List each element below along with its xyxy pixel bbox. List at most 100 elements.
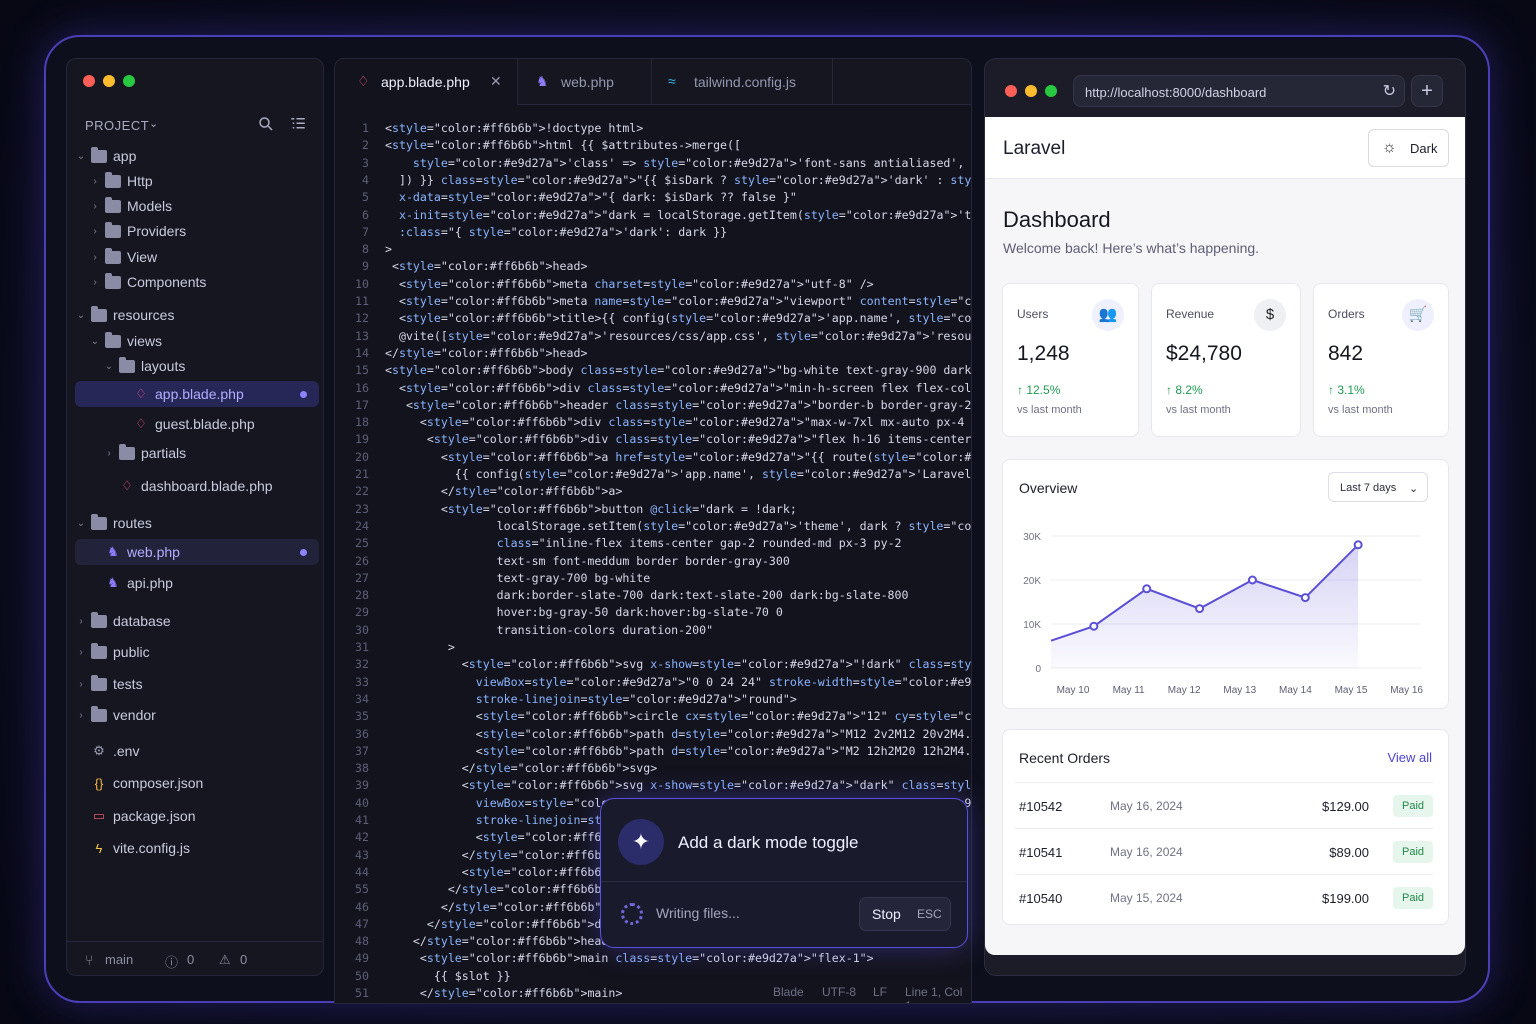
table-row[interactable]: #10542 May 16, 2024 $129.00 Paid [1015, 782, 1433, 826]
code-line[interactable]: :class="{ style="color:#e9d27a">'dark': … [385, 225, 727, 239]
tree-item-views[interactable]: ⌄ views [75, 328, 319, 354]
code-line[interactable]: text-gray-700 bg-white [385, 571, 651, 585]
code-line[interactable]: <style="color:#ff6b6b">header class=styl… [385, 398, 971, 412]
tree-item-layouts[interactable]: ⌄ layouts [75, 353, 319, 379]
line-ending[interactable]: LF [873, 985, 887, 999]
tree-item-components[interactable]: › Components [75, 269, 319, 295]
tree-item-vendor[interactable]: › vendor [75, 702, 319, 728]
warning-count[interactable]: 0 [240, 952, 247, 967]
chevron-down-icon[interactable]: ⌄ [75, 310, 87, 321]
cursor-position[interactable]: Line 1, Col 1 [905, 985, 971, 1003]
chevron-right-icon[interactable]: › [89, 277, 101, 288]
code-line[interactable]: </style="color:#ff6b6b">head> [385, 346, 587, 360]
code-line[interactable]: <style="color:#ff6b6b">head> [385, 259, 587, 273]
close-window-button[interactable] [1005, 85, 1017, 97]
project-header[interactable]: PROJECT ⌄ [85, 117, 307, 135]
chevron-right-icon[interactable]: › [103, 448, 115, 459]
table-row[interactable]: #10541 May 16, 2024 $89.00 Paid [1015, 828, 1433, 872]
tree-item-tests[interactable]: › tests [75, 671, 319, 697]
code-line[interactable]: <style="color:#ff6b6b">svg x-show=style=… [385, 657, 971, 671]
chevron-down-icon[interactable]: ⌄ [89, 336, 101, 347]
chevron-right-icon[interactable]: › [89, 252, 101, 263]
tree-item-routes[interactable]: ⌄ routes [75, 510, 319, 536]
stop-button[interactable]: Stop ESC [859, 897, 951, 931]
chevron-right-icon[interactable]: › [75, 616, 87, 627]
tree-item-app[interactable]: ⌄ app [75, 143, 319, 169]
code-line[interactable]: localStorage.setItem(style="color:#e9d27… [385, 519, 971, 533]
tree-item-dashboard-blade-php[interactable]: ♢ dashboard.blade.php [75, 473, 319, 499]
code-line[interactable]: <style="color:#ff6b6b">html {{ $attribut… [385, 138, 741, 152]
code-line[interactable]: dark:border-slate-700 dark:text-slate-20… [385, 588, 909, 602]
code-line[interactable]: viewBox=style="color:#e9d27a">"0 0 24 24… [385, 675, 971, 689]
code-line[interactable]: @vite([style="color:#e9d27a">'resources/… [385, 329, 971, 343]
tree-item-models[interactable]: › Models [75, 193, 319, 219]
code-line[interactable]: </style="color:#ff6b6b">div> [385, 917, 622, 931]
range-select[interactable]: Last 7 days ⌄ [1328, 472, 1428, 502]
chevron-down-icon[interactable]: ⌄ [149, 117, 159, 130]
close-window-button[interactable] [83, 75, 95, 87]
code-line[interactable]: <style="color:#ff6b6b">meta charset=styl… [385, 277, 874, 291]
code-line[interactable]: <style="color:#ff6b6b">title>{{ config(s… [385, 311, 971, 325]
tree-item-partials[interactable]: › partials [75, 440, 319, 466]
code-line[interactable]: > [385, 640, 455, 654]
dark-mode-toggle[interactable]: ☼ Dark [1368, 129, 1449, 167]
code-line[interactable]: stroke-linejoin=style="color:#e9d27a">"r… [385, 692, 797, 706]
code-line[interactable]: </style="color:#ff6b6b">a> [385, 484, 623, 498]
chevron-down-icon[interactable]: ⌄ [75, 518, 87, 529]
code-line[interactable]: {{ config(style="color:#e9d27a">'app.nam… [385, 467, 971, 481]
tree-item-guest-blade-php[interactable]: ♢ guest.blade.php [75, 411, 319, 437]
code-line[interactable]: x-data=style="color:#e9d27a">"{ dark: $i… [385, 190, 797, 204]
tree-item--env[interactable]: ⚙ .env [75, 738, 319, 764]
language-mode[interactable]: Blade [773, 985, 804, 999]
brand-link[interactable]: Laravel [1003, 138, 1065, 160]
tree-item-composer-json[interactable]: {} composer.json [75, 770, 319, 796]
code-line[interactable]: <style="color:#ff6b6b">a href=style="col… [385, 450, 971, 464]
code-line[interactable]: </style="color:#ff6b6b">header> [385, 934, 629, 948]
tree-item-database[interactable]: › database [75, 608, 319, 634]
code-line[interactable]: > [385, 242, 392, 256]
chevron-right-icon[interactable]: › [89, 226, 101, 237]
code-line[interactable]: <style="color:#ff6b6b">meta name=style="… [385, 294, 971, 308]
maximize-window-button[interactable] [1045, 85, 1057, 97]
tree-item-view[interactable]: › View [75, 244, 319, 270]
minimize-window-button[interactable] [1025, 85, 1037, 97]
tree-item-package-json[interactable]: ▭ package.json [75, 803, 319, 829]
search-icon[interactable] [257, 115, 275, 133]
tree-item-app-blade-php[interactable]: ♢ app.blade.php [75, 381, 319, 407]
chevron-right-icon[interactable]: › [75, 679, 87, 690]
code-line[interactable]: </style="color:#ff6b6b">svg> [385, 761, 657, 775]
close-tab-icon[interactable]: ✕ [490, 73, 502, 90]
code-line[interactable]: </style="color:#ff6b6b">div> [385, 1003, 601, 1004]
minimize-window-button[interactable] [103, 75, 115, 87]
code-line[interactable]: <style="color:#ff6b6b">body class=style=… [385, 363, 971, 377]
code-line[interactable]: <style="color:#ff6b6b">!doctype html> [385, 121, 643, 135]
tab-app-blade[interactable]: ♢ app.blade.php ✕ [335, 59, 518, 105]
chevron-right-icon[interactable]: › [75, 647, 87, 658]
tree-item-web-php[interactable]: ♞ web.php [75, 539, 319, 565]
code-line[interactable]: <style="color:#ff6b6b">div class=style="… [385, 381, 971, 395]
chevron-right-icon[interactable]: › [89, 201, 101, 212]
code-line[interactable]: <style="color:#ff6b6b">div class=style="… [385, 432, 971, 446]
tab-web-php[interactable]: ♞ web.php [518, 59, 652, 105]
table-row[interactable]: #10540 May 15, 2024 $199.00 Paid [1015, 874, 1433, 918]
address-bar[interactable]: http://localhost:8000/dashboard ↻ [1073, 75, 1405, 107]
code-line[interactable]: </style="color:#ff6b6b">div> [385, 900, 636, 914]
code-line[interactable]: text-sm font-meddum border border-gray-3… [385, 554, 790, 568]
tree-item-vite-config-js[interactable]: ϟ vite.config.js [75, 835, 319, 861]
new-tab-button[interactable]: + [1411, 75, 1443, 107]
code-line[interactable]: <style="color:#ff6b6b">path d=style="col… [385, 744, 971, 758]
tree-item-providers[interactable]: › Providers [75, 218, 319, 244]
code-line[interactable]: transition-colors duration-200" [385, 623, 713, 637]
chevron-down-icon[interactable]: ⌄ [75, 151, 87, 162]
code-line[interactable]: <style="color:#ff6b6b">path d=style="col… [385, 727, 971, 741]
tree-item-http[interactable]: › Http [75, 168, 319, 194]
collapse-all-icon[interactable] [289, 115, 307, 133]
chevron-down-icon[interactable]: ⌄ [103, 361, 115, 372]
code-line[interactable]: <style="color:#ff6b6b">svg x-show=style=… [385, 778, 971, 792]
tree-item-api-php[interactable]: ♞ api.php [75, 570, 319, 596]
tree-item-resources[interactable]: ⌄ resources [75, 302, 319, 328]
tree-item-public[interactable]: › public [75, 639, 319, 665]
tab-tailwind-config[interactable]: ≈ tailwind.config.js [652, 59, 833, 105]
chevron-right-icon[interactable]: › [75, 710, 87, 721]
code-line[interactable]: x-init=style="color:#e9d27a">"dark = loc… [385, 208, 971, 222]
